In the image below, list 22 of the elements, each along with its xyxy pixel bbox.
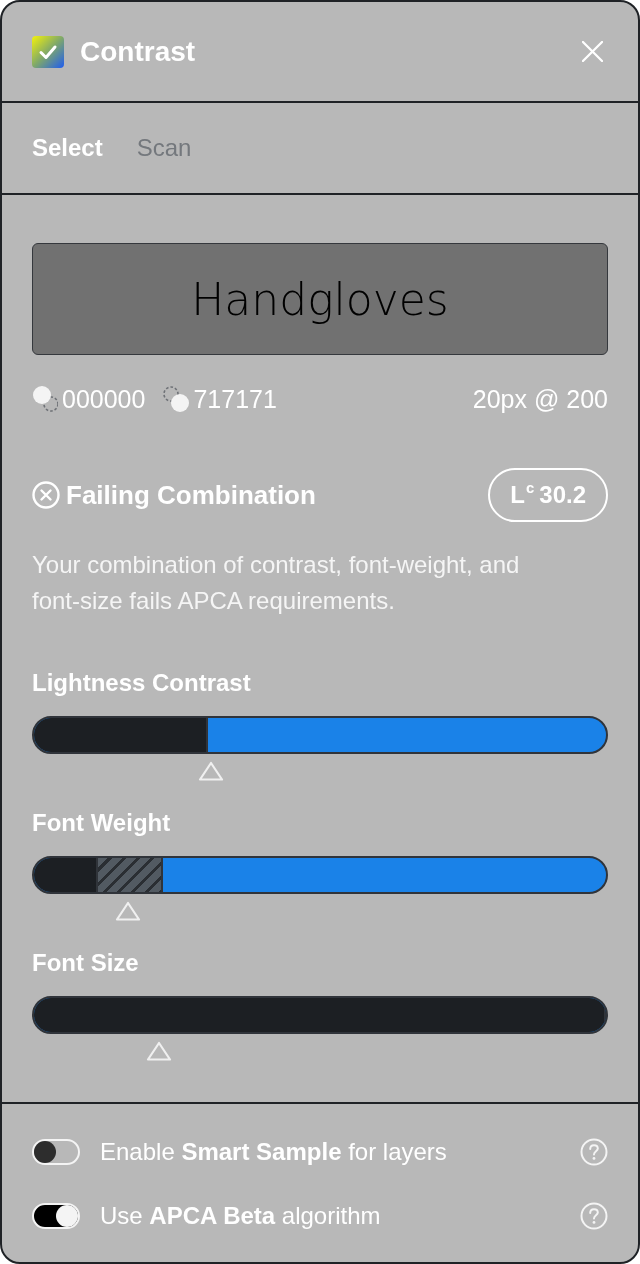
status-title: Failing Combination xyxy=(66,479,316,511)
meter-label: Font Size xyxy=(32,948,140,978)
font-preview: Handgloves xyxy=(32,243,608,355)
overlapping-circles-icon[interactable] xyxy=(163,386,190,412)
status-description: Your combination of contrast, font-weight, and font-size fails APCA requirements. xyxy=(32,550,521,616)
app-logo-icon xyxy=(32,35,64,68)
overlapping-circles-icon[interactable] xyxy=(32,386,58,412)
font-spec-text: 20px @ 200 xyxy=(472,384,608,414)
toggle-switch[interactable] xyxy=(32,1203,80,1229)
color-hex-value[interactable]: 717171 xyxy=(193,384,277,414)
toggle-switch[interactable] xyxy=(32,1139,80,1165)
setting-label: Use APCA Beta algorithm xyxy=(100,1202,381,1230)
meter-label: Lightness Contrast xyxy=(32,668,252,698)
meter-label: Font Weight xyxy=(32,808,172,838)
tab[interactable]: Scan xyxy=(136,134,192,162)
x-circle-icon xyxy=(32,481,60,509)
window-title: Contrast xyxy=(80,35,196,68)
score-pill: L$^{c}$ 30.2 xyxy=(488,468,608,522)
setting-label: Enable Smart Sample for layers xyxy=(100,1138,447,1166)
color-hex-value[interactable]: 000000 xyxy=(62,384,146,414)
tab[interactable]: Select xyxy=(32,134,103,162)
close-icon[interactable] xyxy=(582,41,603,62)
